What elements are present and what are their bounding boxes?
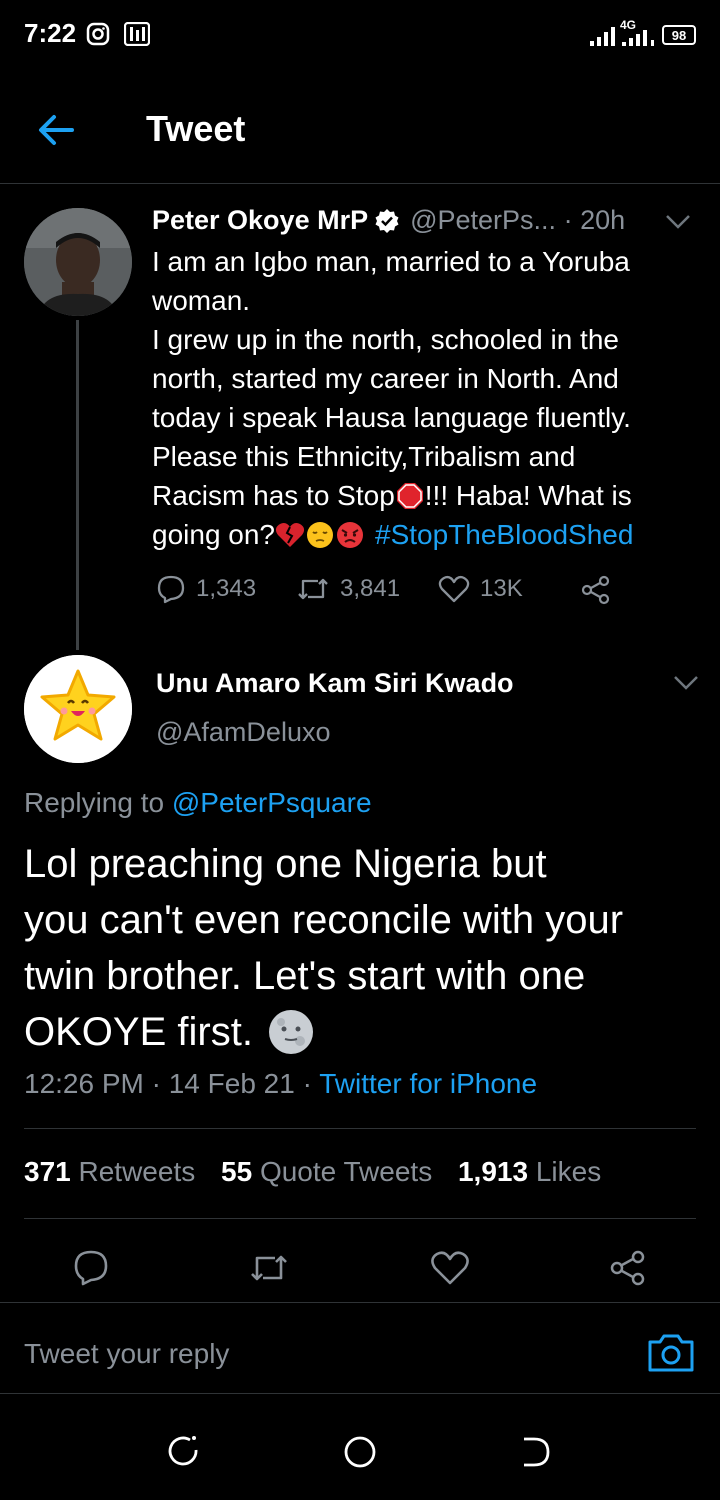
parent-text-line: woman.: [152, 285, 251, 316]
reply-more-chevron-icon[interactable]: [672, 673, 700, 693]
page-title: Tweet: [146, 108, 246, 149]
reply-author-handle[interactable]: @AfamDeluxo: [156, 717, 330, 748]
stop-sign-emoji-icon: [396, 482, 424, 510]
tweet-source-link[interactable]: Twitter for iPhone: [319, 1068, 537, 1099]
signal-4g-icon: [622, 30, 656, 46]
quote-tweets-label: Quote Tweets: [259, 1156, 433, 1187]
parent-text-line: today i speak Hausa language fluently.: [152, 402, 631, 433]
reply-text-line: Lol preaching one Nigeria but: [24, 842, 547, 886]
likes-count: 1,913: [457, 1156, 529, 1187]
likes-stat[interactable]: 1,913 Likes: [458, 1156, 601, 1187]
tweet-timestamp: 12:26 PM · 14 Feb 21 ·: [24, 1068, 320, 1099]
composer-divider: [0, 1302, 720, 1303]
parent-avatar[interactable]: [24, 208, 132, 316]
tweet-meta: 12:26 PM · 14 Feb 21 · Twitter for iPhon…: [24, 1068, 537, 1100]
back-arrow-icon: [39, 115, 74, 145]
reply-text-line: OKOYE first.: [24, 1004, 704, 1060]
parent-text-line: going on? #StopTheBloodShed: [152, 515, 692, 554]
reply-text-line: you can't even reconcile with your: [24, 898, 624, 942]
parent-text-fragment: going on?: [152, 519, 276, 550]
share-action-button[interactable]: [608, 1248, 648, 1288]
retweet-action-button[interactable]: [248, 1250, 290, 1286]
reply-text-line: twin brother. Let's start with one: [24, 954, 586, 998]
camera-button[interactable]: [646, 1330, 696, 1374]
parent-text-line: Please this Ethnicity,Tribalism and: [152, 441, 576, 472]
signal-icon: [590, 26, 616, 46]
tweet-stats: 371 Retweets 55 Quote Tweets 1,913 Likes: [24, 1156, 619, 1188]
pensive-face-emoji-icon: [305, 520, 335, 550]
like-action-button[interactable]: [430, 1250, 470, 1286]
status-time: 7:22: [24, 18, 77, 48]
back-nav-icon[interactable]: [518, 1436, 552, 1468]
retweet-icon: [251, 1255, 287, 1281]
parent-text-line: Racism has to Stop !!! Haba! What is: [152, 476, 692, 515]
stats-divider: [24, 1218, 696, 1219]
meta-divider: [24, 1128, 696, 1129]
retweet-icon: [298, 578, 328, 600]
parent-author-handle[interactable]: @PeterPs...: [410, 205, 556, 236]
broken-heart-emoji-icon: [275, 521, 305, 549]
reply-icon: [74, 1250, 108, 1286]
home-nav-icon[interactable]: [342, 1434, 378, 1470]
parent-text-fragment: Racism has to Stop: [152, 480, 395, 511]
parent-retweet-button[interactable]: 3,841: [296, 574, 400, 604]
replying-to-label: Replying to: [24, 787, 172, 818]
reply-input[interactable]: Tweet your reply: [24, 1338, 229, 1370]
reply-tweet-text: Lol preaching one Nigeria but you can't …: [24, 836, 704, 1060]
quote-tweets-count: 55: [221, 1156, 253, 1187]
angry-face-emoji-icon: [335, 520, 365, 550]
verified-badge-icon: [374, 208, 400, 234]
parent-author-name[interactable]: Peter Okoye MrP: [152, 205, 368, 236]
battery-icon: 98: [662, 25, 696, 45]
replying-to-line: Replying to @PeterPsquare: [24, 787, 372, 819]
nav-divider: [0, 1393, 720, 1394]
share-icon: [581, 575, 610, 605]
full-moon-face-emoji-icon: [267, 1008, 315, 1056]
reply-action-button[interactable]: [72, 1248, 110, 1286]
parent-like-button[interactable]: 13K: [438, 574, 523, 604]
parent-text-line: I am an Igbo man, married to a Yoruba: [152, 246, 630, 277]
reply-text-fragment: OKOYE first.: [24, 1010, 253, 1054]
quote-tweets-stat[interactable]: 55 Quote Tweets: [221, 1156, 432, 1187]
back-button[interactable]: [32, 108, 80, 152]
parent-text-fragment: !!! Haba! What is: [424, 480, 632, 511]
instagram-icon: [86, 22, 110, 46]
notification-app-icon: [124, 22, 150, 46]
parent-retweet-count: 3,841: [340, 575, 401, 602]
parent-time: 20h: [580, 205, 626, 235]
recents-nav-icon[interactable]: [168, 1434, 200, 1470]
thread-line: [76, 320, 79, 650]
heart-icon: [438, 575, 470, 603]
retweets-count: 371: [24, 1156, 71, 1187]
header-divider: [0, 183, 720, 184]
battery-level: 98: [671, 27, 687, 43]
reply-icon: [157, 575, 185, 604]
parent-like-count: 13K: [480, 575, 523, 602]
parent-more-chevron-icon[interactable]: [664, 212, 692, 232]
hashtag-link[interactable]: #StopTheBloodShed: [375, 515, 633, 554]
parent-reply-count: 1,343: [196, 575, 257, 602]
parent-tweet-text: I am an Igbo man, married to a Yoruba wo…: [152, 242, 692, 554]
retweets-label: Retweets: [78, 1156, 196, 1187]
camera-icon: [648, 1334, 694, 1372]
share-icon: [610, 1250, 645, 1286]
reply-avatar[interactable]: [24, 655, 132, 763]
parent-separator: ·: [556, 205, 581, 235]
parent-text-line: north, started my career in North. And: [152, 363, 619, 394]
heart-icon: [431, 1251, 469, 1285]
retweets-stat[interactable]: 371 Retweets: [24, 1156, 195, 1187]
replying-to-link[interactable]: @PeterPsquare: [172, 787, 372, 818]
likes-label: Likes: [535, 1156, 602, 1187]
parent-reply-button[interactable]: 1,343: [156, 574, 256, 604]
parent-text-line: I grew up in the north, schooled in the: [152, 324, 619, 355]
parent-tweet-header: Peter Okoye MrP @PeterPs... · 20h: [152, 205, 625, 236]
parent-share-button[interactable]: [580, 574, 612, 606]
reply-author-name[interactable]: Unu Amaro Kam Siri Kwado: [156, 668, 514, 699]
